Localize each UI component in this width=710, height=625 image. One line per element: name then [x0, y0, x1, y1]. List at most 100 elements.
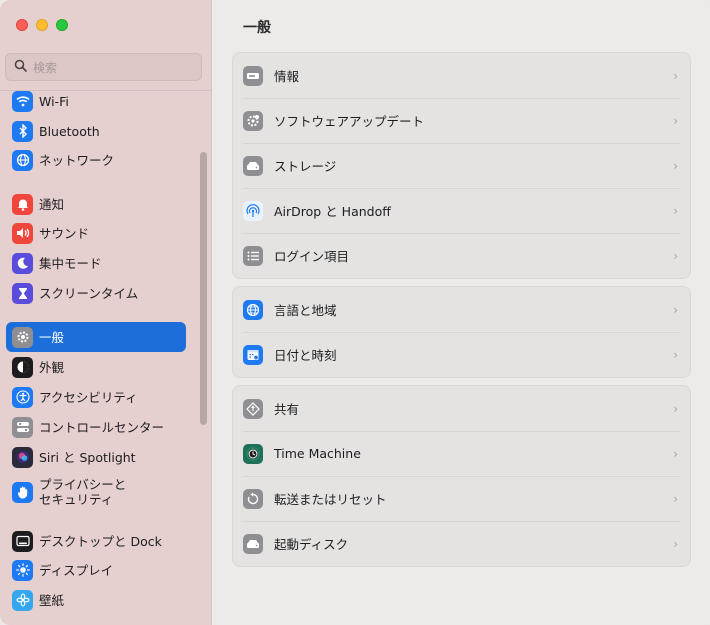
sidebar-item-label: アクセシビリティ [39, 389, 138, 405]
sidebar-item-label: ディスプレイ [39, 562, 114, 578]
sidebar-item-privacy-security[interactable]: プライバシーと セキュリティ [6, 474, 186, 510]
software-update-gear-icon [243, 110, 263, 131]
row-label: AirDrop と Handoff [274, 204, 391, 219]
sun-icon [12, 559, 33, 581]
minimize-button[interactable] [36, 19, 48, 31]
sidebar-item-label: サウンド [39, 225, 90, 241]
row-label: Time Machine [274, 446, 361, 461]
login-items-list-icon [243, 245, 263, 266]
settings-group-about: 情報 › ソフトウェアアップデート › ストレージ › AirDrop と Ha… [232, 52, 691, 279]
close-button[interactable] [16, 19, 28, 31]
reset-arrow-icon [243, 488, 263, 509]
sidebar-item-label: デスクトップと Dock [39, 533, 162, 549]
row-label: 転送またはリセット [274, 492, 387, 507]
sidebar-item-wallpaper[interactable]: 壁紙 [6, 585, 186, 615]
row-label: 言語と地域 [274, 303, 337, 318]
sidebar-item-label: 外観 [39, 359, 65, 375]
airdrop-icon [243, 200, 263, 221]
bell-icon [12, 193, 33, 215]
sidebar-item-label: Wi-Fi [39, 93, 69, 109]
row-login-items[interactable]: ログイン項目 › [233, 233, 690, 278]
chevron-right-icon: › [673, 492, 678, 506]
row-label: 起動ディスク [274, 537, 349, 552]
search-placeholder: 検索 [33, 60, 58, 75]
sidebar-item-sound[interactable]: サウンド [6, 218, 186, 248]
storage-drive-icon [243, 155, 263, 176]
row-label: 日付と時刻 [274, 348, 337, 363]
row-language-region[interactable]: 言語と地域 › [233, 287, 690, 332]
sidebar-item-wifi[interactable]: Wi-Fi [6, 86, 186, 116]
sidebar-item-siri-spotlight[interactable]: Siri と Spotlight [6, 442, 186, 472]
chevron-right-icon: › [673, 537, 678, 551]
chevron-right-icon: › [673, 447, 678, 461]
chevron-right-icon: › [673, 402, 678, 416]
speaker-icon [12, 222, 33, 244]
settings-window: 検索 Wi-Fi Bluetooth ネットワーク 通知 サウンド 集中モード … [0, 0, 710, 625]
calendar-clock-icon [243, 344, 263, 365]
sidebar-item-appearance[interactable]: 外観 [6, 352, 186, 382]
chevron-right-icon: › [673, 249, 678, 263]
sidebar-item-label: 通知 [39, 196, 65, 212]
row-software-update[interactable]: ソフトウェアアップデート › [233, 98, 690, 143]
window-controls [16, 19, 68, 31]
row-label: 情報 [274, 69, 300, 84]
sidebar-item-label: Bluetooth [39, 123, 100, 139]
sidebar-item-label: コントロールセンター [39, 419, 165, 435]
sidebar-item-desktop-dock[interactable]: デスクトップと Dock [6, 526, 186, 556]
chevron-right-icon: › [673, 348, 678, 362]
row-airdrop-handoff[interactable]: AirDrop と Handoff › [233, 188, 690, 233]
network-globe-icon [12, 149, 33, 171]
main-pane: 一般 情報 › ソフトウェアアップデート › ストレージ › AirDrop と… [212, 0, 710, 625]
info-device-icon [243, 65, 263, 86]
time-machine-icon [243, 443, 263, 464]
moon-icon [12, 252, 33, 274]
settings-group-system: 共有 › Time Machine › 転送またはリセット › 起動ディスク › [232, 385, 691, 567]
sidebar-item-control-center[interactable]: コントロールセンター [6, 412, 186, 442]
row-time-machine[interactable]: Time Machine › [233, 431, 690, 476]
accessibility-icon [12, 386, 33, 408]
chevron-right-icon: › [673, 204, 678, 218]
sidebar-item-label: スクリーンタイム [39, 285, 139, 301]
sidebar-item-accessibility[interactable]: アクセシビリティ [6, 382, 186, 412]
search-field[interactable]: 検索 [5, 53, 202, 81]
row-transfer-reset[interactable]: 転送またはリセット › [233, 476, 690, 521]
bluetooth-icon [12, 120, 33, 142]
sidebar: 検索 Wi-Fi Bluetooth ネットワーク 通知 サウンド 集中モード … [0, 0, 212, 625]
siri-icon [12, 446, 33, 468]
sidebar-item-label: ネットワーク [39, 152, 115, 168]
wifi-icon [12, 90, 33, 112]
dock-icon [12, 530, 33, 552]
page-title: 一般 [243, 20, 271, 36]
sidebar-item-screen-time[interactable]: スクリーンタイム [6, 278, 186, 308]
row-startup-disk[interactable]: 起動ディスク › [233, 521, 690, 566]
hourglass-icon [12, 282, 33, 304]
row-label: ストレージ [274, 159, 337, 174]
sidebar-item-focus[interactable]: 集中モード [6, 248, 186, 278]
chevron-right-icon: › [673, 303, 678, 317]
row-sharing[interactable]: 共有 › [233, 386, 690, 431]
row-date-time[interactable]: 日付と時刻 › [233, 332, 690, 377]
sidebar-item-general[interactable]: 一般 [6, 322, 186, 352]
row-label: ソフトウェアアップデート [274, 114, 425, 129]
sidebar-scrollbar[interactable] [200, 152, 207, 425]
sharing-icon [243, 398, 263, 419]
appearance-icon [12, 356, 33, 378]
wallpaper-flower-icon [12, 589, 33, 611]
row-storage[interactable]: ストレージ › [233, 143, 690, 188]
sidebar-item-label: 集中モード [39, 255, 102, 271]
sidebar-item-label: プライバシーと セキュリティ [39, 477, 127, 507]
sidebar-item-label: 一般 [39, 329, 65, 345]
control-center-icon [12, 416, 33, 438]
row-about[interactable]: 情報 › [233, 53, 690, 98]
sidebar-item-network[interactable]: ネットワーク [6, 145, 186, 175]
gear-icon [12, 326, 33, 348]
row-label: ログイン項目 [274, 249, 350, 264]
zoom-button[interactable] [56, 19, 68, 31]
chevron-right-icon: › [673, 159, 678, 173]
sidebar-item-label: Siri と Spotlight [39, 449, 136, 465]
sidebar-item-displays[interactable]: ディスプレイ [6, 555, 186, 585]
sidebar-item-bluetooth[interactable]: Bluetooth [6, 116, 186, 146]
hand-icon [12, 481, 33, 503]
sidebar-item-notifications[interactable]: 通知 [6, 189, 186, 219]
sidebar-item-label: 壁紙 [39, 592, 65, 608]
